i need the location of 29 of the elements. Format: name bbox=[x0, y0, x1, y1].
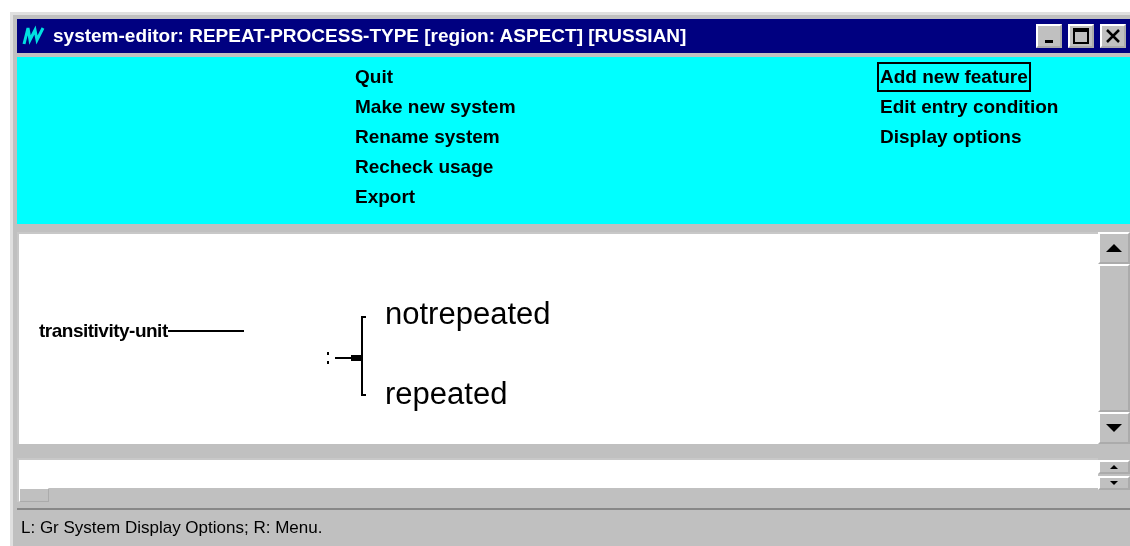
status-text: L: Gr System Display Options; R: Menu. bbox=[21, 518, 323, 538]
menu-item[interactable]: Quit bbox=[352, 62, 396, 92]
close-icon bbox=[1105, 28, 1121, 44]
menu-item[interactable]: Display options bbox=[877, 122, 1025, 152]
menu-item[interactable]: Recheck usage bbox=[352, 152, 497, 182]
up-arrow-icon bbox=[1110, 465, 1118, 469]
up-arrow-icon bbox=[1106, 244, 1122, 252]
menu-item[interactable]: Make new system bbox=[352, 92, 519, 122]
maximize-icon bbox=[1073, 28, 1089, 44]
down-arrow-icon bbox=[1106, 424, 1122, 432]
menu-item[interactable]: Export bbox=[352, 182, 419, 212]
window-title: system-editor: REPEAT-PROCESS-TYPE [region: ASPECT] [RUSSIAN] bbox=[53, 25, 688, 47]
spin-up-button[interactable] bbox=[1098, 460, 1130, 474]
spin-down-button[interactable] bbox=[1098, 476, 1130, 490]
text-field[interactable] bbox=[17, 458, 1098, 502]
menu-item[interactable]: Edit entry condition bbox=[877, 92, 1062, 122]
minimize-button[interactable] bbox=[1036, 24, 1062, 48]
vertical-scrollbar[interactable] bbox=[1098, 232, 1130, 444]
menu-item[interactable]: Add new feature bbox=[877, 62, 1031, 92]
scroll-down-button[interactable] bbox=[1098, 412, 1130, 444]
scroll-up-button[interactable] bbox=[1098, 232, 1130, 264]
minimize-icon bbox=[1045, 39, 1053, 43]
menu-item[interactable]: Rename system bbox=[352, 122, 503, 152]
system-entry-label: transitivity-unit bbox=[39, 320, 168, 342]
feature-label: repeated bbox=[385, 376, 508, 412]
feature-label: notrepeated bbox=[385, 296, 551, 332]
down-arrow-icon bbox=[1110, 481, 1118, 485]
maximize-button[interactable] bbox=[1068, 24, 1094, 48]
close-button[interactable] bbox=[1100, 24, 1126, 48]
